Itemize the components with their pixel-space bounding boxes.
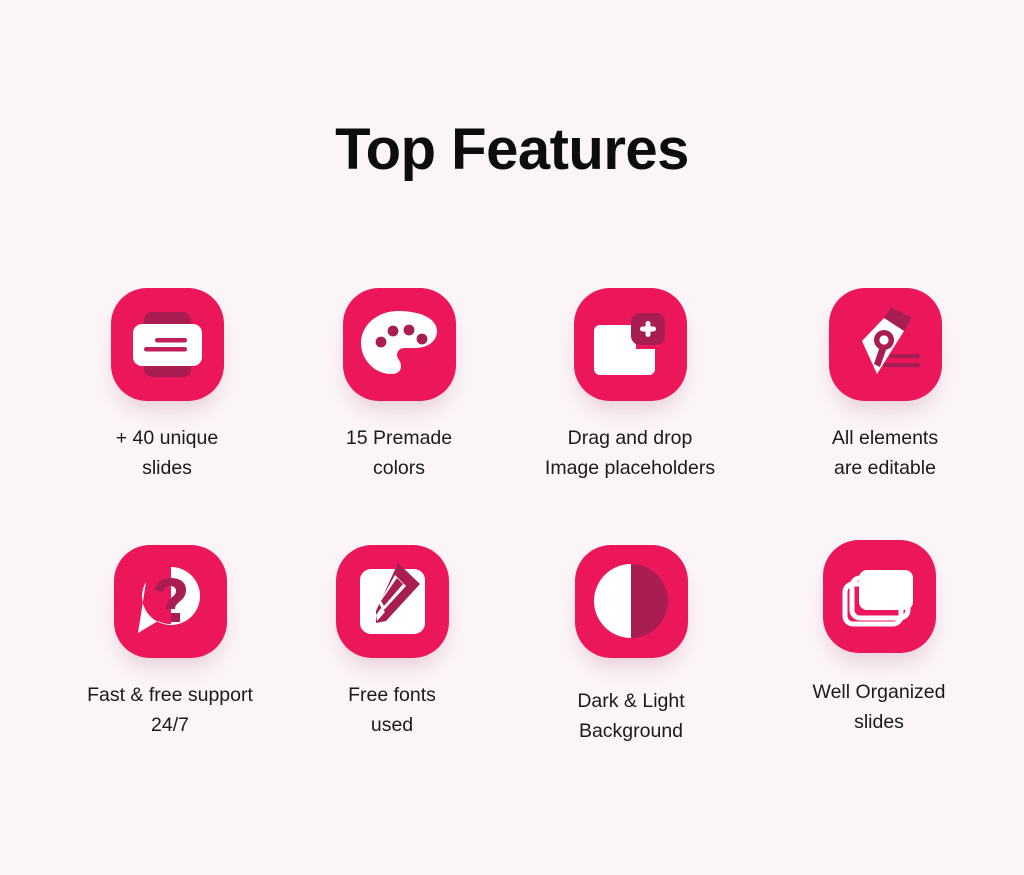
icon-tile[interactable] (574, 545, 688, 658)
feature-caption: 15 Premade colors (284, 423, 514, 483)
feature-caption-line1: 15 Premade (345, 427, 453, 449)
question-speech-bubble-icon (137, 567, 200, 633)
icon-tile-wrap (52, 288, 282, 401)
feature-item-unique-slides[interactable]: + 40 unique slides (52, 288, 282, 483)
feature-caption: Dark & Light Background (516, 686, 746, 746)
feature-caption-line1: Dark & Light (577, 690, 685, 712)
icon-tile[interactable] (822, 540, 936, 653)
icon-tile-wrap (515, 288, 745, 401)
icon-tile-wrap (764, 540, 994, 653)
icon-tile-wrap (277, 545, 507, 658)
feature-caption: Drag and drop Image placeholders (515, 423, 745, 483)
feature-caption-line1: + 40 unique (115, 427, 219, 449)
icon-tile[interactable] (573, 288, 687, 401)
feature-item-well-organized[interactable]: Well Organized slides (764, 540, 994, 737)
icon-tile-wrap (55, 545, 285, 658)
feature-caption-line2: Image placeholders (544, 457, 716, 479)
slide-card-icon (132, 312, 202, 377)
icon-tile-wrap (284, 288, 514, 401)
feature-caption: Free fonts used (277, 680, 507, 740)
page-title: Top Features (335, 117, 689, 182)
feature-item-drag-drop[interactable]: Drag and drop Image placeholders (515, 288, 745, 483)
feature-caption: + 40 unique slides (52, 423, 282, 483)
stacked-slides-icon (842, 570, 913, 627)
pen-nib-icon (861, 307, 920, 374)
feature-item-free-fonts[interactable]: Free fonts used (277, 545, 507, 740)
features-slide: Top Features + 40 unique slides 15 Prema… (0, 0, 1024, 875)
feature-item-editable-elements[interactable]: All elements are editable (770, 288, 1000, 483)
feature-item-premade-colors[interactable]: 15 Premade colors (284, 288, 514, 483)
feature-caption-line2: 24/7 (151, 714, 189, 736)
pencil-edit-square-icon (359, 563, 425, 634)
icon-tile[interactable] (335, 545, 449, 658)
icon-tile[interactable] (113, 545, 227, 658)
feature-caption: All elements are editable (770, 423, 1000, 483)
feature-caption-line2: colors (372, 457, 426, 479)
half-circle-contrast-icon (593, 564, 668, 638)
icon-tile[interactable] (342, 288, 456, 401)
feature-caption-line1: Well Organized (812, 681, 946, 703)
feature-caption-line1: Free fonts (348, 684, 436, 706)
icon-tile[interactable] (110, 288, 224, 401)
feature-caption-line2: slides (854, 711, 904, 733)
color-palette-icon (360, 311, 437, 374)
icon-tile[interactable] (828, 288, 942, 401)
feature-item-support[interactable]: Fast & free support 24/7 (55, 545, 285, 740)
icon-tile-wrap (516, 545, 746, 658)
feature-caption-line1: All elements (831, 427, 939, 449)
image-placeholder-add-icon (593, 313, 665, 375)
feature-item-dark-light[interactable]: Dark & Light Background (516, 545, 746, 746)
feature-caption-line2: are editable (834, 457, 936, 479)
feature-caption-line2: used (370, 714, 414, 736)
feature-caption-line2: slides (142, 457, 192, 479)
feature-caption: Well Organized slides (764, 677, 994, 737)
feature-caption-line1: Drag and drop (567, 427, 693, 449)
feature-caption-line1: Fast & free support (87, 684, 253, 706)
feature-caption: Fast & free support 24/7 (55, 680, 285, 740)
icon-tile-wrap (770, 288, 1000, 401)
feature-caption-line2: Background (578, 720, 684, 742)
